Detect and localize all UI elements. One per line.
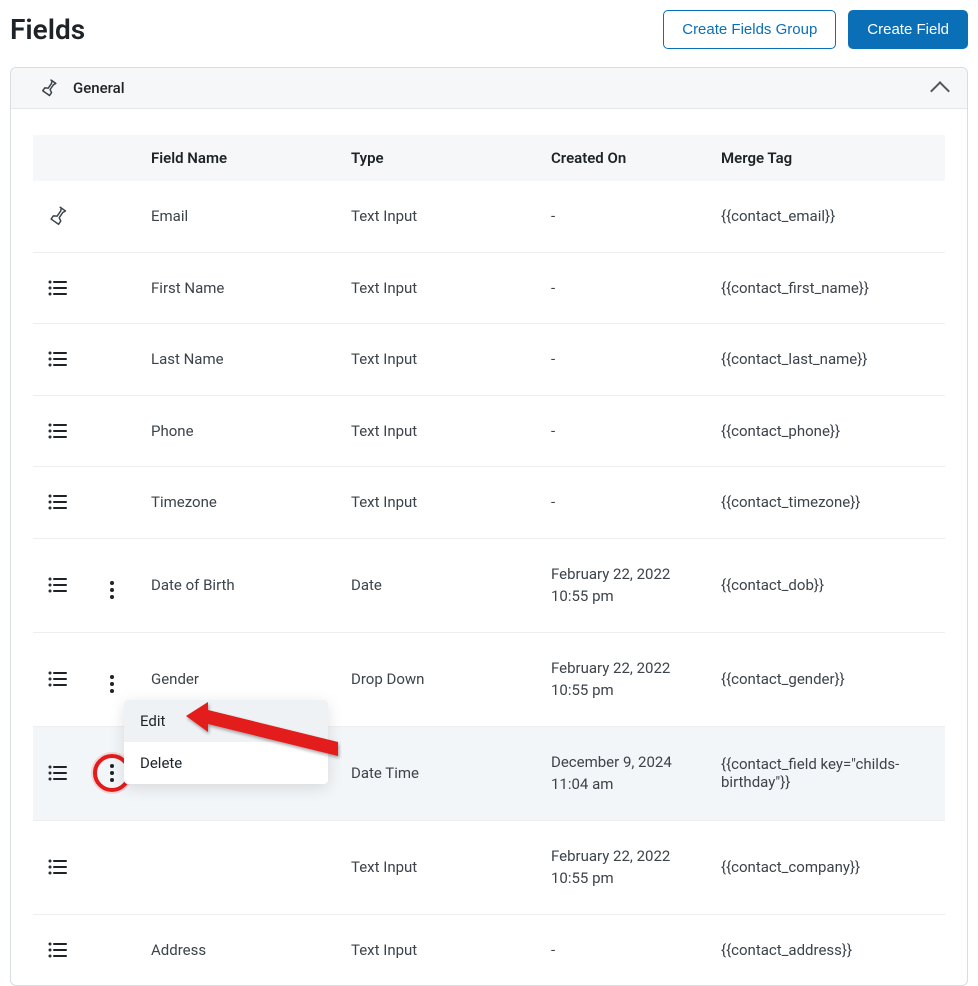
panel-title: General	[73, 79, 125, 97]
fields-panel: General Field Name Type Created On Merge…	[10, 67, 968, 986]
field-created-on: February 22, 202210:55 pm	[541, 538, 711, 632]
column-header-merge: Merge Tag	[711, 135, 945, 181]
field-created-on: -	[541, 914, 711, 985]
field-type: Text Input	[341, 324, 541, 396]
drag-handle-icon[interactable]	[33, 914, 83, 985]
field-merge-tag: {{contact_gender}}	[711, 632, 945, 726]
field-type: Text Input	[341, 395, 541, 467]
field-name: Date of Birth	[141, 538, 341, 632]
drag-handle-icon[interactable]	[33, 324, 83, 396]
drag-handle-icon[interactable]	[33, 467, 83, 539]
table-row: EmailText Input-{{contact_email}}	[33, 181, 945, 252]
column-header-name: Field Name	[141, 135, 341, 181]
field-created-on: February 22, 202210:55 pm	[541, 632, 711, 726]
table-row: Text InputFebruary 22, 202210:55 pm{{con…	[33, 820, 945, 914]
field-merge-tag: {{contact_company}}	[711, 820, 945, 914]
table-row: First NameText Input-{{contact_first_nam…	[33, 252, 945, 324]
row-actions-cell	[83, 820, 141, 914]
drag-handle-icon[interactable]	[33, 726, 83, 820]
field-merge-tag: {{contact_dob}}	[711, 538, 945, 632]
table-row: Date of BirthDateFebruary 22, 202210:55 …	[33, 538, 945, 632]
field-name: Address	[141, 914, 341, 985]
row-actions-dropdown: Edit Delete	[124, 700, 328, 784]
column-header-type: Type	[341, 135, 541, 181]
field-name: Timezone	[141, 467, 341, 539]
column-header-handle	[33, 135, 83, 181]
field-merge-tag: {{contact_address}}	[711, 914, 945, 985]
drag-handle-icon[interactable]	[33, 538, 83, 632]
dropdown-delete[interactable]: Delete	[124, 742, 328, 784]
field-name: First Name	[141, 252, 341, 324]
header-actions: Create Fields Group Create Field	[663, 10, 968, 49]
panel-body: Field Name Type Created On Merge Tag Ema…	[11, 109, 967, 985]
create-field-button[interactable]: Create Field	[848, 10, 968, 49]
field-created-on: December 9, 202411:04 am	[541, 726, 711, 820]
field-merge-tag: {{contact_first_name}}	[711, 252, 945, 324]
row-actions-cell	[83, 395, 141, 467]
kebab-menu-icon[interactable]	[110, 675, 114, 693]
row-actions-cell	[83, 181, 141, 252]
panel-header[interactable]: General	[11, 68, 967, 109]
field-type: Date	[341, 538, 541, 632]
row-actions-cell	[83, 324, 141, 396]
field-created-on: -	[541, 252, 711, 324]
pin-icon	[33, 181, 83, 252]
field-created-on: February 22, 202210:55 pm	[541, 820, 711, 914]
field-type: Text Input	[341, 914, 541, 985]
row-actions-cell	[83, 538, 141, 632]
field-created-on: -	[541, 395, 711, 467]
field-name	[141, 820, 341, 914]
row-actions-cell	[83, 914, 141, 985]
drag-handle-icon[interactable]	[33, 632, 83, 726]
column-header-actions	[83, 135, 141, 181]
row-actions-cell	[83, 252, 141, 324]
column-header-created: Created On	[541, 135, 711, 181]
table-row: TimezoneText Input-{{contact_timezone}}	[33, 467, 945, 539]
table-row: Last NameText Input-{{contact_last_name}…	[33, 324, 945, 396]
field-name: Last Name	[141, 324, 341, 396]
field-merge-tag: {{contact_last_name}}	[711, 324, 945, 396]
create-fields-group-button[interactable]: Create Fields Group	[663, 10, 836, 49]
field-merge-tag: {{contact_email}}	[711, 181, 945, 252]
field-name: Email	[141, 181, 341, 252]
field-name: Phone	[141, 395, 341, 467]
field-type: Text Input	[341, 820, 541, 914]
field-type: Text Input	[341, 467, 541, 539]
drag-handle-icon[interactable]	[33, 395, 83, 467]
kebab-menu-icon[interactable]	[110, 581, 114, 599]
field-created-on: -	[541, 467, 711, 539]
field-created-on: -	[541, 181, 711, 252]
field-type: Date Time	[341, 726, 541, 820]
page-header: Fields Create Fields Group Create Field	[10, 10, 968, 49]
field-merge-tag: {{contact_timezone}}	[711, 467, 945, 539]
pin-icon	[39, 78, 59, 98]
drag-handle-icon[interactable]	[33, 820, 83, 914]
row-actions-cell	[83, 467, 141, 539]
field-type: Drop Down	[341, 632, 541, 726]
table-row: PhoneText Input-{{contact_phone}}	[33, 395, 945, 467]
dropdown-edit[interactable]: Edit	[124, 700, 328, 742]
chevron-up-icon[interactable]	[933, 78, 947, 98]
field-type: Text Input	[341, 181, 541, 252]
field-merge-tag: {{contact_phone}}	[711, 395, 945, 467]
field-type: Text Input	[341, 252, 541, 324]
table-row: AddressText Input-{{contact_address}}	[33, 914, 945, 985]
field-created-on: -	[541, 324, 711, 396]
fields-table: Field Name Type Created On Merge Tag Ema…	[33, 135, 945, 985]
page-title: Fields	[10, 13, 85, 46]
drag-handle-icon[interactable]	[33, 252, 83, 324]
field-merge-tag: {{contact_field key="childs-birthday"}}	[711, 726, 945, 820]
